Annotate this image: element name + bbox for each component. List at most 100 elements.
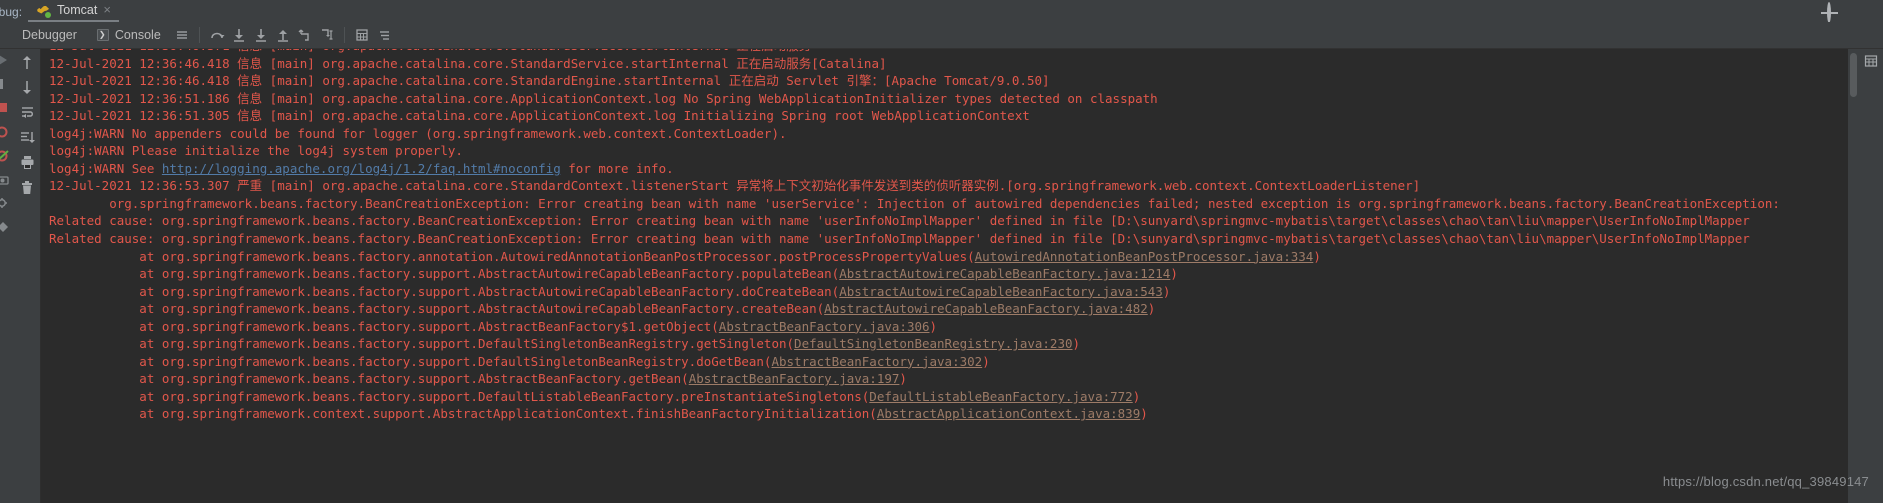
tab-console-label: Console: [114, 28, 161, 42]
soft-wrap-icon[interactable]: [18, 103, 36, 121]
clear-all-icon[interactable]: [18, 178, 36, 196]
stop-icon[interactable]: [0, 101, 10, 115]
drop-frame-icon[interactable]: [294, 24, 316, 46]
console-sidebar: [14, 49, 41, 503]
console-line: log4j:WARN Please initialize the log4j s…: [49, 142, 1859, 160]
stack-frame-link[interactable]: AbstractBeanFactory.java:306: [719, 319, 930, 334]
settings-filter-icon[interactable]: [373, 24, 395, 46]
console-output-panel[interactable]: 12-Jul-2021 12:36:46.371 信息 [main] org.a…: [41, 49, 1859, 503]
layout-settings-icon[interactable]: [171, 24, 193, 46]
stack-frame-text: at org.springframework.beans.factory.ann…: [49, 248, 975, 264]
console-line: Related cause: org.springframework.beans…: [49, 212, 1859, 230]
tab-console[interactable]: Console: [87, 22, 171, 48]
toolbar-separator: [198, 27, 200, 43]
scroll-down-icon[interactable]: [18, 78, 36, 96]
stack-frame-link[interactable]: AbstractAutowireCapableBeanFactory.java:…: [839, 266, 1170, 281]
stack-frame-text: at org.springframework.beans.factory.sup…: [49, 336, 795, 352]
console-text[interactable]: 12-Jul-2021 12:36:46.371 信息 [main] org.a…: [41, 49, 1859, 503]
console-line: 12-Jul-2021 12:36:53.307 严重 [main] org.a…: [49, 177, 1859, 195]
console-line: 12-Jul-2021 12:36:46.418 信息 [main] org.a…: [49, 55, 1859, 73]
debug-body: 12-Jul-2021 12:36:46.371 信息 [main] org.a…: [0, 49, 1883, 503]
stack-frame-link[interactable]: AbstractBeanFactory.java:197: [689, 371, 900, 386]
stack-frame-text: ): [1140, 406, 1148, 422]
tool-window-strip: [0, 49, 14, 503]
console-line-text: 12-Jul-2021 12:36:51.305 信息 [main] org.a…: [49, 108, 1030, 124]
run-configuration-tab-tomcat[interactable]: Tomcat ×: [28, 0, 119, 22]
scrollbar-thumb[interactable]: [1850, 53, 1857, 97]
close-icon[interactable]: ×: [103, 0, 111, 21]
stack-frame-link[interactable]: AbstractAutowireCapableBeanFactory.java:…: [824, 301, 1148, 316]
force-step-into-icon[interactable]: [250, 24, 272, 46]
console-line-text: Related cause: org.springframework.beans…: [49, 213, 1750, 229]
console-hyperlink[interactable]: http://logging.apache.org/log4j/1.2/faq.…: [162, 161, 561, 176]
scroll-up-icon[interactable]: [18, 53, 36, 71]
tomcat-icon: [36, 3, 52, 18]
stack-frame-text: ): [899, 371, 907, 387]
step-out-icon[interactable]: [272, 24, 294, 46]
stack-frame-link[interactable]: AbstractApplicationContext.java:839: [877, 406, 1140, 421]
titlebar-spacer: [119, 0, 1827, 22]
stack-frame-text: ): [1170, 266, 1178, 282]
console-line: at org.springframework.context.support.A…: [49, 405, 1859, 423]
console-line: at org.springframework.beans.factory.sup…: [49, 353, 1859, 371]
run-to-cursor-icon[interactable]: [316, 24, 338, 46]
gear-icon[interactable]: [1827, 2, 1841, 23]
stack-frame-link[interactable]: DefaultSingletonBeanRegistry.java:230: [794, 336, 1072, 351]
stack-frame-text: at org.springframework.beans.factory.sup…: [49, 318, 719, 334]
console-line: 12-Jul-2021 12:36:51.186 信息 [main] org.a…: [49, 90, 1859, 108]
scroll-to-end-icon[interactable]: [18, 128, 36, 146]
console-line: at org.springframework.beans.factory.sup…: [49, 370, 1859, 388]
console-line-text: 12-Jul-2021 12:36:46.371 信息 [main] org.a…: [49, 49, 811, 53]
stack-frame-text: ): [929, 318, 938, 334]
resume-program-icon[interactable]: [0, 53, 10, 67]
console-line-text: log4j:WARN No appenders could be found f…: [49, 125, 787, 141]
stack-frame-text: at org.springframework.beans.factory.sup…: [49, 266, 840, 282]
console-line: log4j:WARN No appenders could be found f…: [49, 125, 1859, 143]
toolbar-separator-2: [343, 27, 345, 43]
console-line: org.springframework.beans.factory.BeanCr…: [49, 195, 1859, 213]
stack-frame-link[interactable]: DefaultListableBeanFactory.java:772: [869, 389, 1132, 404]
stack-frame-link[interactable]: AutowiredAnnotationBeanPostProcessor.jav…: [975, 249, 1314, 264]
console-line-text: log4j:WARN Please initialize the log4j s…: [49, 143, 463, 159]
tab-debugger-label: Debugger: [22, 28, 77, 42]
debug-toolbar: Debugger Console: [0, 22, 1883, 49]
mute-breakpoints-icon[interactable]: [0, 149, 10, 163]
print-icon[interactable]: [18, 153, 36, 171]
console-line: at org.springframework.beans.factory.sup…: [49, 300, 1859, 318]
console-line: at org.springframework.beans.factory.ann…: [49, 248, 1859, 266]
console-line: 12-Jul-2021 12:36:51.305 信息 [main] org.a…: [49, 107, 1859, 125]
step-over-icon[interactable]: [206, 24, 228, 46]
pause-program-icon[interactable]: [0, 77, 10, 91]
stack-frame-text: ): [1132, 388, 1141, 404]
window-controls: [1827, 0, 1883, 23]
console-line: 12-Jul-2021 12:36:46.418 信息 [main] org.a…: [49, 72, 1859, 90]
view-breakpoints-icon[interactable]: [0, 125, 10, 139]
console-line-text: Related cause: org.springframework.beans…: [49, 231, 1750, 247]
stack-frame-text: ): [1147, 301, 1156, 317]
console-line-text: log4j:WARN See: [49, 160, 162, 176]
stack-frame-text: at org.springframework.beans.factory.sup…: [49, 388, 870, 404]
stack-frame-link[interactable]: AbstractAutowireCapableBeanFactory.java:…: [839, 284, 1163, 299]
stack-frame-link[interactable]: AbstractBeanFactory.java:302: [771, 354, 982, 369]
console-scrollbar[interactable]: [1848, 49, 1859, 503]
evaluate-expression-icon[interactable]: [351, 24, 373, 46]
right-tool-strip: [1859, 49, 1883, 503]
run-tab-label: Tomcat: [57, 3, 98, 17]
settings-gear-icon[interactable]: [0, 197, 10, 211]
stack-frame-text: ): [1072, 336, 1081, 352]
debug-label: ebug:: [0, 5, 23, 19]
stack-frame-text: at org.springframework.beans.factory.sup…: [49, 301, 825, 317]
idea-debug-window: ebug: Tomcat × Debugger Console: [0, 0, 1883, 503]
console-line: Related cause: org.springframework.beans…: [49, 230, 1859, 248]
console-line: at org.springframework.beans.factory.sup…: [49, 388, 1859, 406]
pin-icon[interactable]: [0, 221, 10, 235]
tab-debugger[interactable]: Debugger: [0, 22, 87, 48]
grid-view-icon[interactable]: [1862, 53, 1880, 69]
minimize-icon[interactable]: [1857, 4, 1871, 18]
camera-icon[interactable]: [0, 173, 10, 187]
step-into-icon[interactable]: [228, 24, 250, 46]
console-line-text: 12-Jul-2021 12:36:51.186 信息 [main] org.a…: [49, 90, 1158, 106]
title-bar: ebug: Tomcat ×: [0, 0, 1883, 23]
stack-frame-text: ): [1313, 248, 1321, 264]
stack-frame-text: at org.springframework.beans.factory.sup…: [49, 283, 840, 299]
